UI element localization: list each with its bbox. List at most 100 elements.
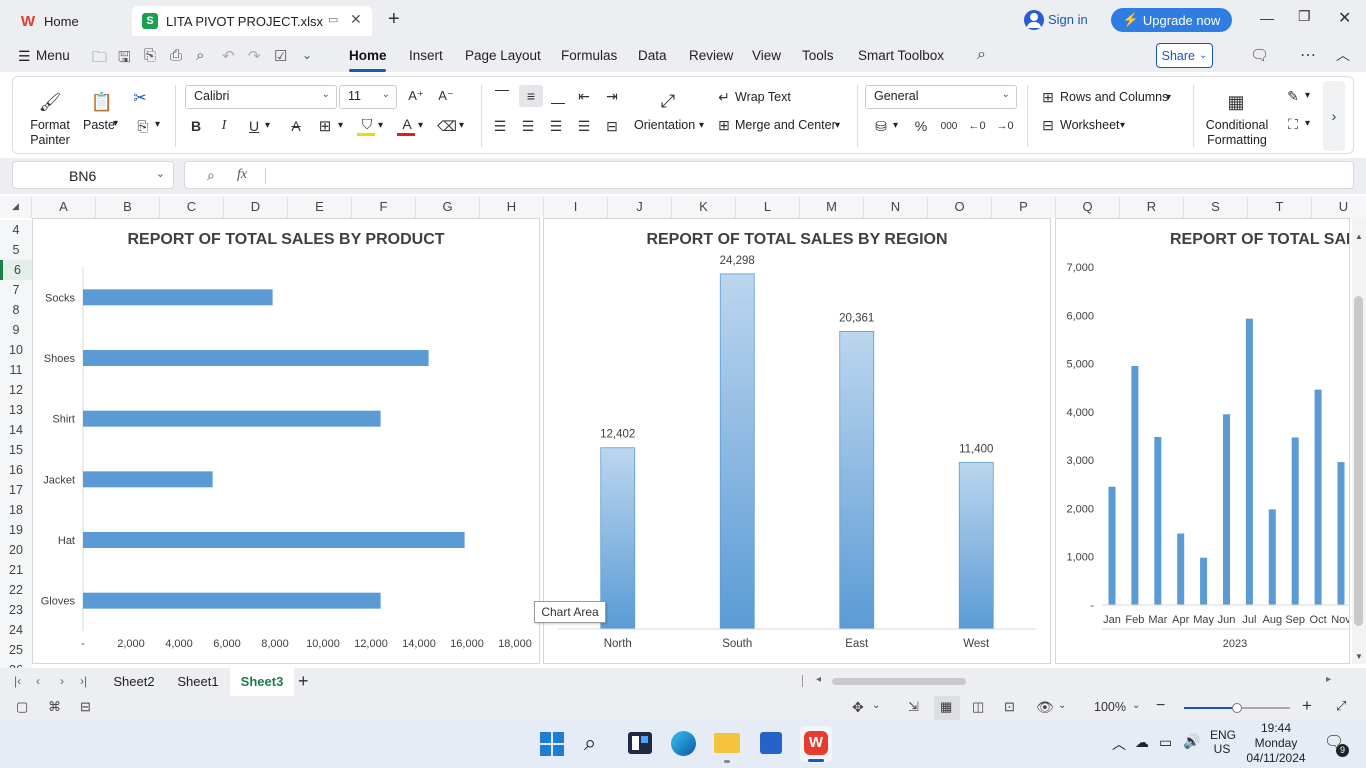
redo-icon[interactable]: ↷ — [248, 47, 261, 65]
align-center-icon[interactable]: ☰ — [519, 117, 537, 135]
taskbar-search-icon[interactable]: ⌕ — [584, 730, 596, 756]
row-header-7[interactable]: 7 — [0, 280, 32, 300]
row-header-22[interactable]: 22 — [0, 580, 32, 600]
save-icon[interactable]: 🖫 — [118, 47, 131, 72]
chevron-down-icon[interactable]: ⌄ — [1058, 700, 1066, 711]
zoom-out-icon[interactable]: − — [1156, 697, 1165, 715]
chart-sales-by-product[interactable]: REPORT OF TOTAL SALES BY PRODUCT Socks Sh… — [32, 218, 540, 664]
user-avatar-icon[interactable] — [1024, 10, 1044, 30]
column-header-j[interactable]: J — [608, 196, 672, 218]
border-icon[interactable]: ⊞ — [315, 117, 335, 135]
fullscreen-icon[interactable]: ⤢ — [1336, 698, 1346, 714]
increase-decimal-icon[interactable]: ←0 — [967, 117, 987, 135]
chevron-down-icon[interactable]: ▾ — [338, 120, 343, 131]
language-indicator[interactable]: ENG US — [1210, 728, 1236, 756]
select-all-corner[interactable]: ◢ — [0, 196, 32, 218]
windows-start-icon[interactable] — [540, 732, 564, 756]
format-painter-label[interactable]: Format Painter — [27, 118, 73, 148]
menu-button[interactable]: Menu — [36, 48, 70, 63]
comment-icon[interactable]: 🗨 — [1250, 46, 1269, 64]
menu-smart-toolbox[interactable]: Smart Toolbox — [858, 48, 944, 63]
font-family-select[interactable]: Calibri ⌄ — [185, 85, 337, 109]
protect-icon[interactable]: ⊟ — [80, 699, 91, 715]
row-header-13[interactable]: 13 — [0, 400, 32, 420]
edge-browser-icon[interactable] — [671, 731, 696, 756]
column-header-e[interactable]: E — [288, 196, 352, 218]
sheet-tab-sheet1[interactable]: Sheet1 — [168, 668, 228, 696]
distributed-icon[interactable]: ⊟ — [603, 117, 621, 135]
font-size-select[interactable]: 11 ⌄ — [339, 85, 397, 109]
next-sheet-icon[interactable]: › — [60, 674, 64, 688]
column-header-i[interactable]: I — [544, 196, 608, 218]
increase-font-icon[interactable]: A⁺ — [407, 87, 425, 105]
cloud-icon[interactable]: ☁ — [1135, 734, 1149, 751]
row-header-12[interactable]: 12 — [0, 380, 32, 400]
zoom-slider-handle[interactable] — [1232, 703, 1242, 713]
minimize-icon[interactable]: — — [1260, 10, 1274, 26]
zoom-search-icon[interactable]: ⌕ — [207, 167, 215, 184]
merge-center-button[interactable]: Merge and Center — [735, 118, 836, 132]
column-header-f[interactable]: F — [352, 196, 416, 218]
chevron-down-icon[interactable]: ▾ — [155, 119, 160, 130]
format-painter-icon[interactable]: 🖌 — [37, 91, 63, 113]
tab-document[interactable]: S LITA PIVOT PROJECT.xlsx ▭ ✕ — [132, 6, 372, 36]
vertical-scrollbar[interactable]: ▲ ▼ — [1352, 218, 1366, 664]
more-icon[interactable]: ⋯ — [1300, 45, 1316, 65]
column-header-g[interactable]: G — [416, 196, 480, 218]
wrap-text-button[interactable]: Wrap Text — [735, 90, 791, 104]
justify-icon[interactable]: ☰ — [575, 117, 593, 135]
page-icon[interactable]: ▢ — [16, 699, 28, 715]
decrease-font-icon[interactable]: A⁻ — [437, 87, 455, 105]
chevron-down-icon[interactable]: ▾ — [265, 120, 270, 131]
maximize-icon[interactable]: ❐ — [1298, 8, 1311, 25]
paste-button[interactable]: Paste — [83, 118, 115, 132]
align-left-icon[interactable]: ☰ — [491, 117, 509, 135]
scroll-right-icon[interactable]: ▸ — [1326, 674, 1331, 685]
spreadsheet-grid[interactable]: ◢ ABCDEFGHIJKLMNOPQRSTU 4 5 6 7 8 9 10 11 12 13 14… — [0, 196, 1366, 668]
column-header-l[interactable]: L — [736, 196, 800, 218]
search-icon[interactable]: ⌕ — [977, 46, 986, 64]
increase-indent-icon[interactable]: ⇥ — [603, 87, 621, 105]
decrease-decimal-icon[interactable]: →0 — [995, 117, 1015, 135]
formula-input-box[interactable]: ⌕ fx — [184, 161, 1354, 189]
menu-data[interactable]: Data — [638, 48, 667, 63]
table-format-icon[interactable]: ⛶ — [1283, 115, 1303, 133]
row-header-14[interactable]: 14 — [0, 420, 32, 440]
chevron-down-icon[interactable]: ▾ — [1305, 90, 1310, 101]
chevron-down-icon[interactable]: ▾ — [418, 120, 423, 131]
chevron-down-icon[interactable]: ▾ — [1166, 92, 1171, 103]
column-header-t[interactable]: T — [1248, 196, 1312, 218]
eye-icon[interactable]: 👁 — [1036, 699, 1054, 716]
scroll-down-icon[interactable]: ▼ — [1355, 652, 1363, 661]
chevron-down-icon[interactable]: ▾ — [1120, 120, 1125, 131]
show-hidden-icons[interactable]: ︿ — [1112, 734, 1126, 754]
bold-icon[interactable]: B — [187, 117, 205, 135]
column-header-m[interactable]: M — [800, 196, 864, 218]
store-icon[interactable] — [760, 732, 782, 754]
chevron-down-icon[interactable]: ▾ — [699, 120, 704, 131]
chevron-down-icon[interactable]: ▾ — [1305, 118, 1310, 129]
row-header-26[interactable]: 26 — [0, 660, 32, 668]
ribbon-scroll-right-icon[interactable]: › — [1323, 81, 1345, 151]
share-button[interactable]: Share ⌄ — [1156, 43, 1213, 68]
zoom-slider[interactable] — [1184, 703, 1290, 713]
number-format-select[interactable]: General ⌄ — [865, 85, 1017, 109]
scroll-left-icon[interactable]: ◂ — [816, 674, 821, 685]
worksheet-button[interactable]: Worksheet — [1060, 118, 1120, 132]
row-header-6[interactable]: 6 — [0, 260, 32, 280]
undo-icon[interactable]: ↶ — [222, 47, 235, 65]
format-icon[interactable]: ☑ — [274, 47, 287, 65]
first-sheet-icon[interactable]: |‹ — [14, 674, 21, 688]
underline-icon[interactable]: U — [245, 117, 263, 135]
chart-sales-by-month[interactable]: REPORT OF TOTAL SALE -1,000 2,000 3,000 4,0… — [1055, 218, 1350, 664]
scroll-up-icon[interactable]: ▲ — [1355, 232, 1363, 241]
italic-icon[interactable]: I — [215, 117, 233, 135]
column-header-k[interactable]: K — [672, 196, 736, 218]
align-bottom-icon[interactable]: ⎽ — [549, 87, 567, 105]
tab-home[interactable]: W Home — [10, 6, 128, 36]
row-header-19[interactable]: 19 — [0, 520, 32, 540]
copy-icon[interactable]: ⎘ — [133, 117, 153, 135]
move-icon[interactable]: ✥ — [852, 699, 864, 716]
rows-columns-button[interactable]: Rows and Columns — [1060, 90, 1168, 104]
column-header-n[interactable]: N — [864, 196, 928, 218]
